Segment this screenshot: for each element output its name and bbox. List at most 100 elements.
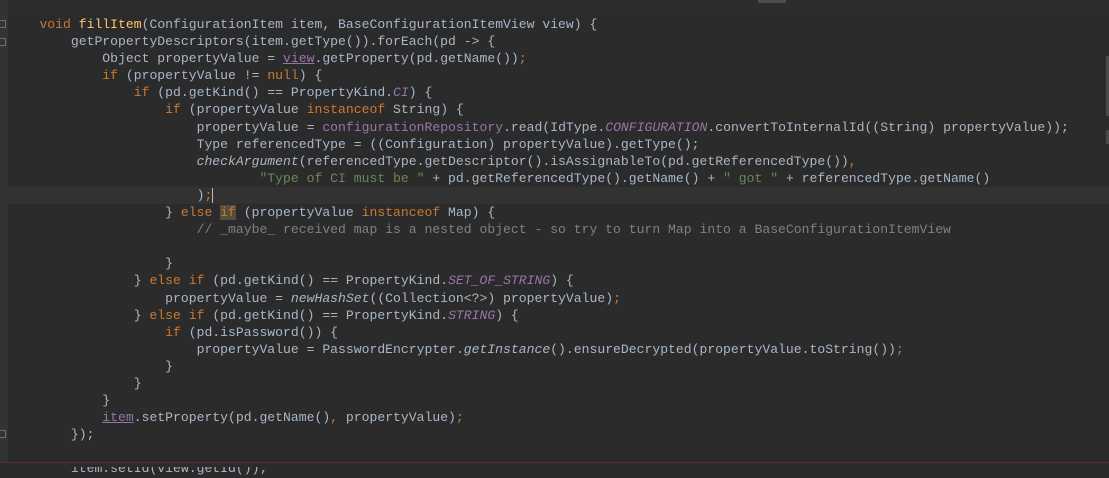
keyword-token: void — [39, 17, 71, 32]
code-text: } — [102, 393, 111, 409]
string-token: " got " — [723, 170, 779, 186]
constant-token: STRING — [448, 307, 496, 323]
constant-token: CI — [393, 85, 409, 101]
editor-top-strip — [0, 0, 1109, 10]
code-text: } — [133, 273, 150, 289]
code-line: if (propertyValue != null) { — [8, 67, 1069, 84]
keyword-token: instanceof — [361, 205, 441, 221]
fold-marker-icon[interactable] — [0, 38, 6, 46]
comment-token: // _maybe_ received map is a nested obje… — [196, 222, 951, 238]
keyword-token: instanceof — [306, 102, 386, 118]
code-text: ().ensureDecrypted(propertyValue.toStrin… — [550, 341, 896, 357]
code-line: propertyValue = configurationRepository.… — [8, 119, 1069, 136]
static-method-token: newHashSet — [290, 290, 370, 306]
code-text: Object propertyValue = — [102, 51, 284, 67]
keyword-token: else — [180, 205, 213, 221]
code-text: } — [165, 256, 174, 272]
code-text: propertyValue = — [196, 119, 323, 135]
code-text: .setProperty(pd.getName() — [133, 410, 331, 426]
code-line: "Type of CI must be " + pd.getReferenced… — [8, 170, 1069, 187]
keyword-token: if — [165, 102, 181, 118]
code-text: ) { — [550, 273, 574, 289]
static-method-token: getInstance — [463, 341, 551, 357]
code-line: checkArgument(referencedType.getDescript… — [8, 153, 1069, 170]
fold-marker-icon[interactable] — [0, 20, 6, 28]
code-text: (pd.getKind() == PropertyKind. — [149, 85, 394, 101]
code-line: }); — [8, 426, 1069, 443]
code-text: ) { — [495, 307, 519, 323]
code-text: (propertyValue — [235, 205, 362, 221]
fold-marker-icon[interactable] — [0, 430, 6, 438]
editor-gutter[interactable] — [0, 0, 8, 466]
code-text: propertyValue = — [165, 290, 291, 306]
code-text: getPropertyDescriptors(item.getType()).f… — [70, 34, 496, 50]
code-line: } — [8, 255, 1069, 272]
string-token: "Type of CI must be " — [259, 170, 425, 186]
code-text: ((Collection<?>) propertyValue) — [369, 290, 614, 306]
keyword-token: if — [102, 68, 119, 84]
keyword-token: if — [133, 85, 150, 101]
code-line: } else if (propertyValue instanceof Map)… — [8, 204, 1069, 221]
punctuation-token: ; — [613, 290, 621, 306]
code-text: + referencedType.getName() — [778, 170, 991, 186]
code-text: + pd.getReferencedType().getName() + — [424, 170, 724, 186]
code-line: if (propertyValue instanceof String) { — [8, 101, 1069, 118]
field-reference-token: item — [102, 410, 134, 426]
code-line: void fillItem(ConfigurationItem item, Ba… — [8, 16, 1069, 33]
punctuation-token: ; — [204, 187, 213, 203]
code-line: ); — [8, 187, 1069, 204]
keyword-token: else — [149, 273, 181, 289]
code-text: (ConfigurationItem item, BaseConfigurati… — [141, 17, 598, 32]
code-line: if (pd.isPassword()) { — [8, 324, 1069, 341]
code-text: .convertToInternalId((String) propertyVa… — [707, 119, 1069, 135]
punctuation-token: , — [848, 153, 857, 169]
punctuation-token: ; — [455, 410, 464, 426]
code-text: Map) { — [440, 205, 496, 221]
code-text: }); — [70, 427, 95, 443]
code-line: Type referencedType = ((Configuration) p… — [8, 136, 1069, 153]
code-line: Object propertyValue = view.getProperty(… — [8, 50, 1069, 67]
code-text: (pd.getKind() == PropertyKind. — [204, 273, 449, 289]
code-text: } — [165, 205, 181, 221]
code-line: propertyValue = newHashSet((Collection<?… — [8, 290, 1069, 307]
field-reference-token: view — [283, 51, 315, 67]
code-text: .read(IdType. — [503, 119, 606, 135]
code-content[interactable]: void fillItem(ConfigurationItem item, Ba… — [8, 16, 1069, 478]
constant-token: SET_OF_STRING — [448, 273, 551, 289]
code-text: (pd.isPassword()) { — [180, 324, 339, 340]
code-line: } else if (pd.getKind() == PropertyKind.… — [8, 307, 1069, 324]
code-text: (pd.getKind() == PropertyKind. — [204, 307, 449, 323]
punctuation-token: ; — [518, 51, 527, 67]
editor-bottom-edge — [0, 462, 1109, 467]
code-line: getPropertyDescriptors(item.getType()).f… — [8, 33, 1069, 50]
code-text: ) { — [298, 68, 323, 84]
field-reference-token: configurationRepository — [322, 119, 504, 135]
keyword-token: if — [188, 273, 205, 289]
punctuation-token: , — [330, 410, 339, 426]
code-text: } — [165, 358, 174, 374]
code-text: String) { — [385, 102, 464, 118]
code-text: (referencedType.getDescriptor().isAssign… — [298, 153, 849, 169]
code-editor[interactable]: void fillItem(ConfigurationItem item, Ba… — [0, 0, 1109, 476]
code-line: propertyValue = PasswordEncrypter.getIns… — [8, 341, 1069, 358]
tab-indicator — [758, 0, 786, 3]
code-text: propertyValue = PasswordEncrypter. — [196, 341, 464, 357]
text-caret — [212, 187, 214, 203]
keyword-token: if — [165, 324, 181, 340]
code-text: } — [133, 307, 150, 323]
code-text: } — [133, 375, 142, 391]
code-text: (propertyValue != — [118, 68, 268, 84]
code-line: // _maybe_ received map is a nested obje… — [8, 221, 1069, 238]
punctuation-token: ; — [895, 341, 904, 357]
code-line: } — [8, 358, 1069, 375]
keyword-token: null — [267, 68, 299, 84]
code-text: Type referencedType = ((Configuration) p… — [196, 136, 700, 152]
code-line: item.setProperty(pd.getName(), propertyV… — [8, 409, 1069, 426]
code-text: ) { — [408, 85, 433, 101]
highlighted-keyword-token: if — [220, 205, 236, 221]
code-line: } — [8, 375, 1069, 392]
keyword-token: if — [188, 307, 205, 323]
code-line: } — [8, 392, 1069, 409]
